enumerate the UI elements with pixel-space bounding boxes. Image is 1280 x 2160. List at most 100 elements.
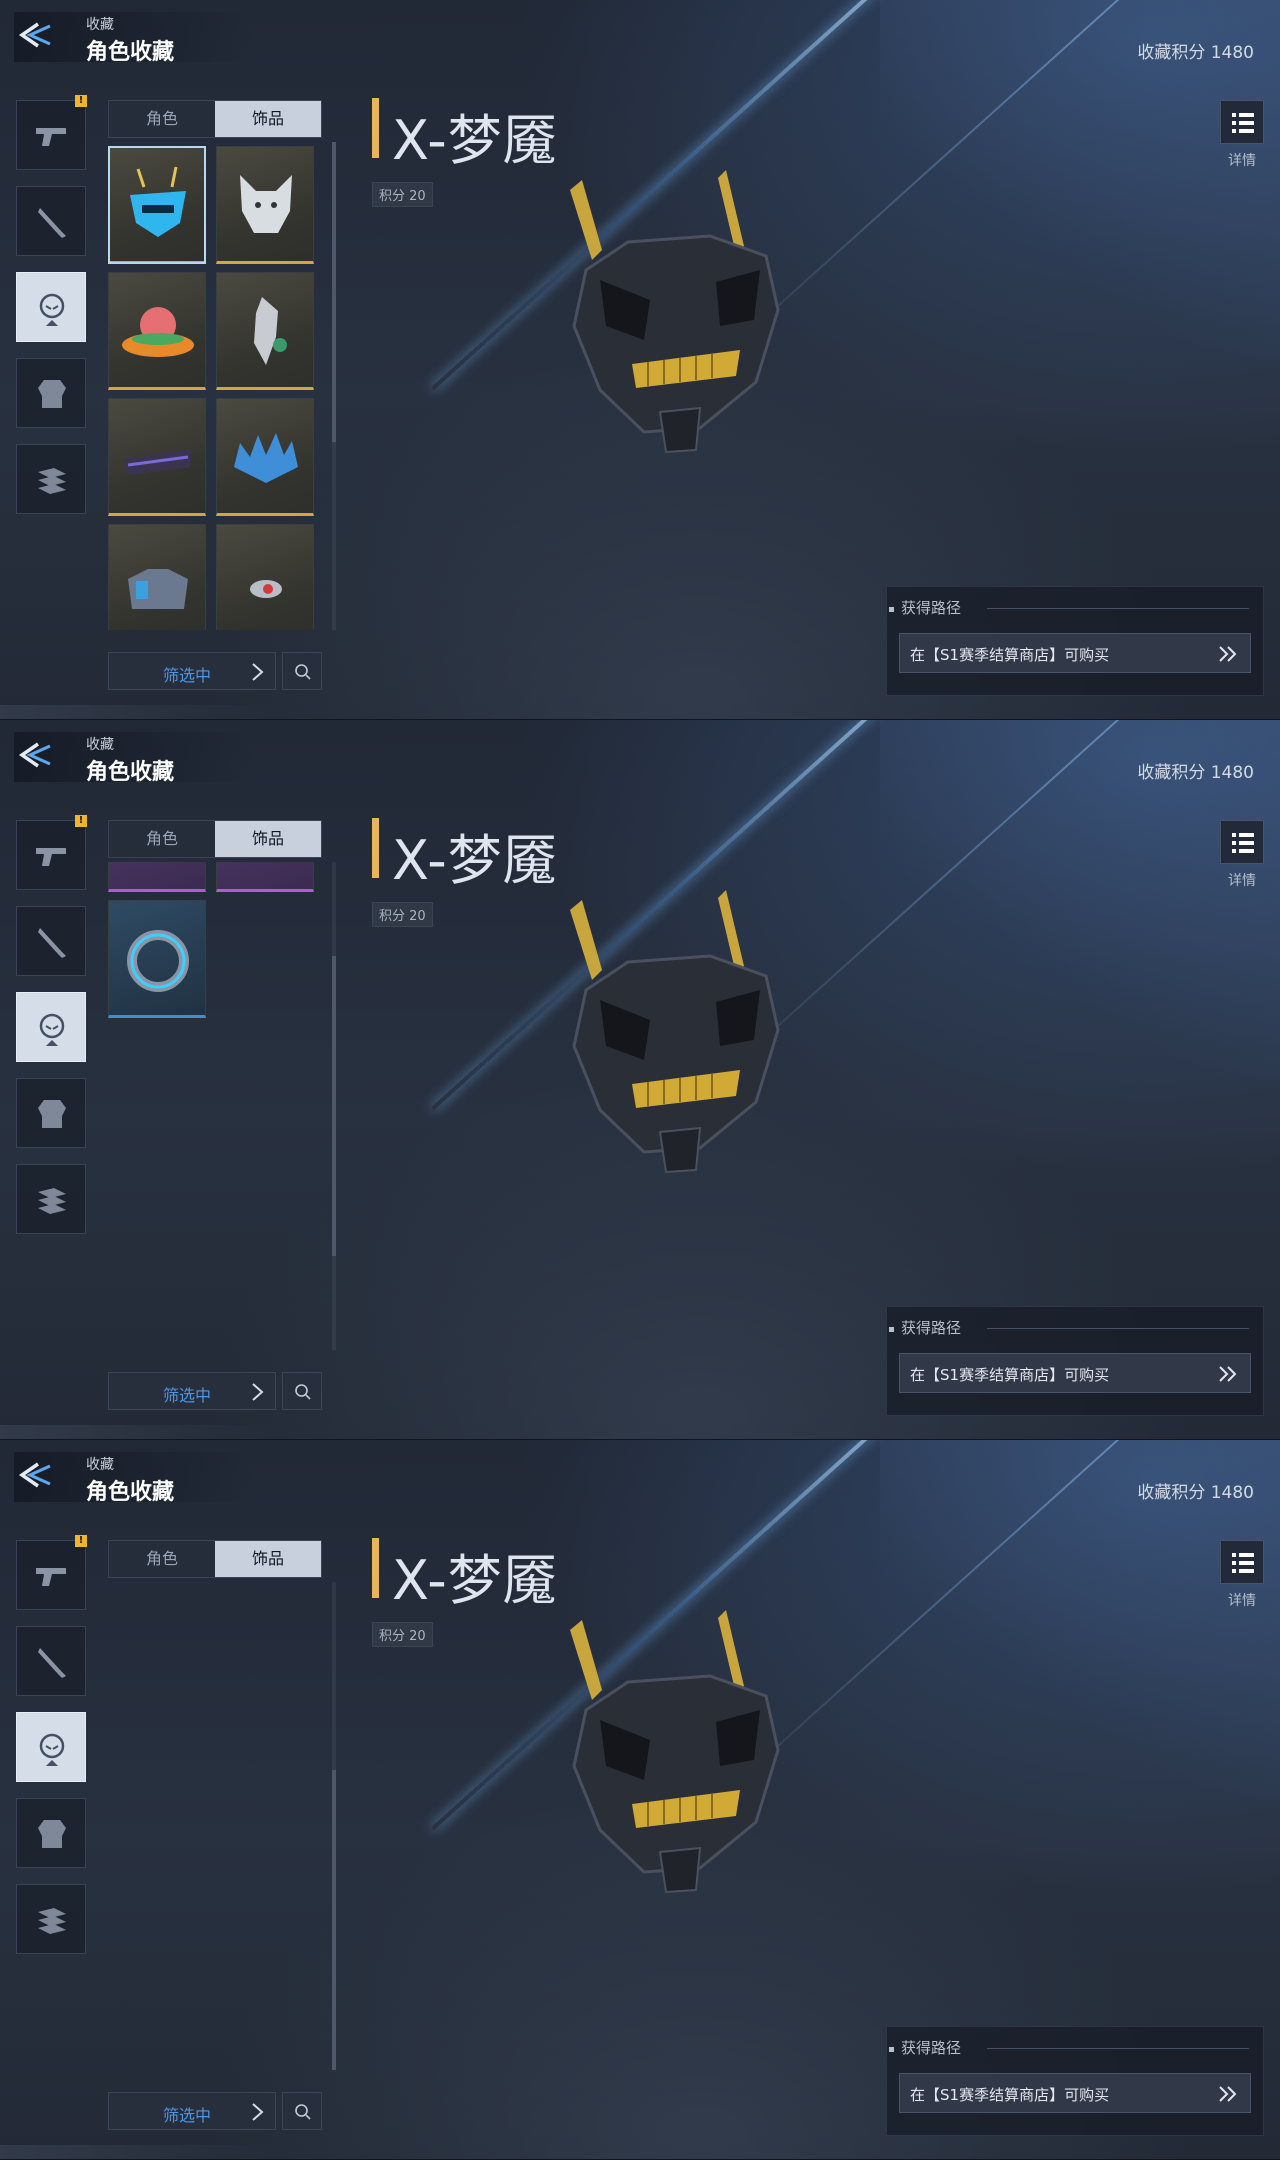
grid-scrollbar[interactable] bbox=[332, 1582, 336, 2070]
collection-card[interactable] bbox=[216, 146, 314, 264]
collection-card[interactable] bbox=[108, 900, 206, 1018]
rail-item-pistol[interactable]: ! bbox=[16, 1535, 87, 1610]
collection-card[interactable] bbox=[216, 862, 314, 892]
collection-points: 收藏积分 1480 bbox=[1137, 1483, 1254, 1503]
double-chevron-icon bbox=[1218, 646, 1238, 666]
chevron-right-icon bbox=[251, 2103, 265, 2125]
details-label: 详情 bbox=[1228, 153, 1256, 169]
breadcrumb: 收藏 bbox=[86, 17, 114, 33]
nightmare-mask-preview[interactable] bbox=[540, 870, 840, 1210]
tab-accessories[interactable]: 饰品 bbox=[215, 101, 321, 137]
title-accent-bar bbox=[372, 818, 379, 878]
details-button[interactable] bbox=[1220, 100, 1264, 144]
collection-card[interactable] bbox=[108, 862, 206, 892]
rail-item-character-head[interactable] bbox=[16, 992, 86, 1062]
back-arrow-icon[interactable] bbox=[16, 742, 54, 768]
acquisition-title: 获得路径 bbox=[901, 1319, 962, 1337]
rail-item-character-head[interactable] bbox=[16, 1712, 86, 1782]
page-title: 角色收藏 bbox=[86, 40, 175, 65]
nightmare-mask-preview[interactable] bbox=[540, 150, 840, 490]
collection-screen: 收藏 角色收藏 收藏积分 1480! 角色 饰品 筛选中 X-梦魇 积分 20 详情 获得路径 在【… bbox=[0, 720, 1280, 1440]
filter-button[interactable]: 筛选中 bbox=[108, 652, 276, 690]
collection-card[interactable] bbox=[216, 272, 314, 390]
bottom-decoration bbox=[0, 705, 280, 719]
rail-item-stacked-cards[interactable] bbox=[16, 444, 86, 514]
alert-badge: ! bbox=[75, 1535, 87, 1547]
rail-item-pistol[interactable]: ! bbox=[16, 815, 87, 890]
filter-label: 筛选中 bbox=[163, 666, 212, 685]
details-button[interactable] bbox=[1220, 1540, 1264, 1584]
filter-button[interactable]: 筛选中 bbox=[108, 1372, 276, 1410]
category-rail: ! bbox=[16, 95, 87, 530]
rail-item-armor[interactable] bbox=[16, 1798, 86, 1868]
chevron-right-icon bbox=[251, 663, 265, 685]
double-chevron-icon bbox=[1218, 1366, 1238, 1386]
back-arrow-icon[interactable] bbox=[16, 22, 54, 48]
tab-bar: 角色 饰品 bbox=[108, 100, 322, 138]
rail-item-knife[interactable] bbox=[16, 1626, 86, 1696]
filter-label: 筛选中 bbox=[163, 1386, 212, 1405]
back-arrow-icon[interactable] bbox=[16, 1462, 54, 1488]
title-accent-bar bbox=[372, 1538, 379, 1598]
divider bbox=[987, 2048, 1249, 2049]
item-name: X-梦魇 bbox=[392, 829, 558, 892]
rail-item-knife[interactable] bbox=[16, 186, 86, 256]
divider bbox=[987, 1328, 1249, 1329]
rail-item-knife[interactable] bbox=[16, 906, 86, 976]
nightmare-mask-preview[interactable] bbox=[540, 1590, 840, 1930]
collection-points: 收藏积分 1480 bbox=[1137, 43, 1254, 63]
acquisition-source-text: 在【S1赛季结算商店】可购买 bbox=[910, 646, 1110, 664]
collection-card[interactable] bbox=[108, 272, 206, 390]
search-button[interactable] bbox=[282, 2092, 322, 2130]
acquisition-panel: 获得路径 在【S1赛季结算商店】可购买 bbox=[886, 586, 1264, 696]
rail-item-stacked-cards[interactable] bbox=[16, 1884, 86, 1954]
bullet-dot bbox=[889, 2047, 894, 2052]
rail-item-armor[interactable] bbox=[16, 1078, 86, 1148]
acquisition-source-row[interactable]: 在【S1赛季结算商店】可购买 bbox=[899, 633, 1251, 673]
tab-characters[interactable]: 角色 bbox=[109, 1541, 215, 1577]
scroll-thumb[interactable] bbox=[332, 956, 336, 1256]
divider bbox=[987, 608, 1249, 609]
item-name: X-梦魇 bbox=[392, 109, 558, 172]
tab-bar: 角色 饰品 bbox=[108, 1540, 322, 1578]
acquisition-source-row[interactable]: 在【S1赛季结算商店】可购买 bbox=[899, 2073, 1251, 2113]
details-label: 详情 bbox=[1228, 1593, 1256, 1609]
collection-screen: 收藏角色收藏 收藏积分 1480! 角色 饰品筛选中 X-梦魇积分 20 详情获得路径 在【… bbox=[0, 0, 1280, 720]
collection-card[interactable] bbox=[108, 524, 206, 630]
search-button[interactable] bbox=[282, 1372, 322, 1410]
grid-scrollbar[interactable] bbox=[332, 862, 336, 1350]
chevron-right-icon bbox=[251, 1383, 265, 1405]
scroll-thumb[interactable] bbox=[332, 142, 336, 442]
rail-item-stacked-cards[interactable] bbox=[16, 1164, 86, 1234]
breadcrumb: 收藏 bbox=[86, 737, 114, 753]
tab-accessories[interactable]: 饰品 bbox=[215, 821, 321, 857]
scroll-thumb[interactable] bbox=[332, 1770, 336, 2070]
filter-button[interactable]: 筛选中 bbox=[108, 2092, 276, 2130]
collection-card[interactable] bbox=[108, 398, 206, 516]
rail-item-armor[interactable] bbox=[16, 358, 86, 428]
item-points-badge: 积分 20 bbox=[372, 182, 433, 207]
collection-card[interactable] bbox=[216, 398, 314, 516]
tab-characters[interactable]: 角色 bbox=[109, 101, 215, 137]
acquisition-panel: 获得路径 在【S1赛季结算商店】可购买 bbox=[886, 2026, 1264, 2136]
tab-accessories[interactable]: 饰品 bbox=[215, 1541, 321, 1577]
tab-characters[interactable]: 角色 bbox=[109, 821, 215, 857]
details-label: 详情 bbox=[1228, 873, 1256, 889]
item-points-badge: 积分 20 bbox=[372, 1622, 433, 1647]
double-chevron-icon bbox=[1218, 2086, 1238, 2106]
acquisition-panel: 获得路径在【S1赛季结算商店】可购买 bbox=[886, 1306, 1264, 1416]
collection-card[interactable] bbox=[216, 524, 314, 630]
acquisition-source-text: 在【S1赛季结算商店】可购买 bbox=[910, 1366, 1110, 1384]
category-rail: ! bbox=[16, 815, 87, 1250]
acquisition-source-text: 在【S1赛季结算商店】可购买 bbox=[910, 2086, 1110, 2104]
collection-screen: 收藏 角色收藏 收藏积分 1480! 角色 饰品 筛选中 X-梦魇 积分 20 详情 获得路径 在【… bbox=[0, 1440, 1280, 2160]
grid-scrollbar[interactable] bbox=[332, 142, 336, 630]
search-button[interactable] bbox=[282, 652, 322, 690]
rail-item-character-head[interactable] bbox=[16, 272, 86, 342]
acquisition-source-row[interactable]: 在【S1赛季结算商店】可购买 bbox=[899, 1353, 1251, 1393]
details-button[interactable] bbox=[1220, 820, 1264, 864]
item-name: X-梦魇 bbox=[392, 1549, 558, 1612]
collection-card[interactable] bbox=[108, 146, 206, 264]
bullet-dot bbox=[889, 1327, 894, 1332]
rail-item-pistol[interactable]: ! bbox=[16, 95, 87, 170]
